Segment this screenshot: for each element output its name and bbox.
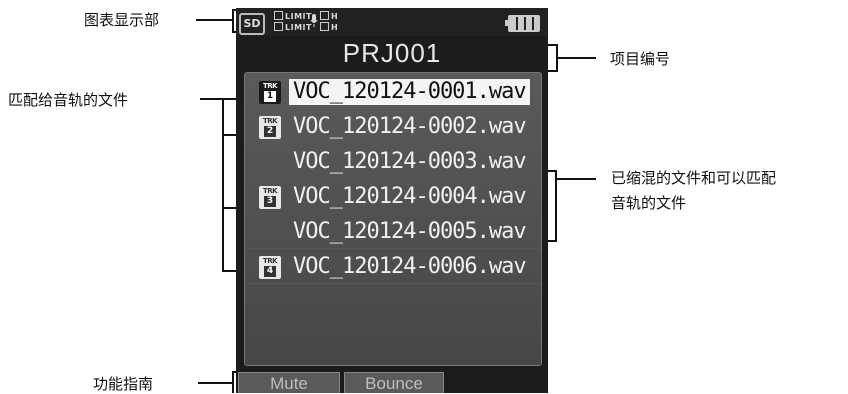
level-bottom-text: H	[331, 23, 338, 32]
file-name: VOC_120124-0001.wav	[289, 79, 530, 105]
file-name: VOC_120124-0004.wav	[293, 184, 527, 209]
file-row[interactable]: TRK 2 VOC_120124-0002.wav	[245, 112, 541, 144]
track-icon-label: TRK	[262, 187, 278, 195]
level-top-text: H	[331, 12, 338, 21]
limit-bottom-text: LIMIT	[285, 23, 312, 32]
file-name: VOC_120124-0002.wav	[293, 114, 527, 139]
leader-matched-files	[200, 98, 222, 100]
file-row[interactable]: TRK 1 VOC_120124-0001.wav	[245, 77, 541, 109]
file-row[interactable]: VOC_120124-0005.wav	[245, 217, 541, 249]
callout-project-number: 项目编号	[610, 50, 671, 68]
track-icon: TRK 2	[259, 116, 281, 139]
bounce-button[interactable]: Bounce	[344, 372, 444, 393]
limiter-icon: LIMIT	[274, 11, 312, 21]
callout-mixed-files-1: 已缩混的文件和可以匹配	[611, 169, 777, 187]
track-number: 2	[264, 126, 276, 137]
track-icon-label: TRK	[262, 257, 278, 265]
limit-top-text: LIMIT	[285, 12, 312, 21]
mute-button[interactable]: Mute	[238, 372, 340, 393]
file-list: TRK 1 VOC_120124-0001.wav TRK 2 VOC_120124-00…	[244, 72, 542, 366]
track-icon-label: TRK	[262, 117, 278, 125]
leader-mixed-files	[556, 178, 596, 180]
callout-display: 图表显示部	[84, 11, 160, 29]
track-number: 1	[264, 91, 276, 102]
track-number: 3	[264, 196, 276, 207]
track-icon: TRK 4	[259, 256, 281, 279]
file-row[interactable]: TRK 4 VOC_120124-0006.wav	[245, 252, 541, 284]
battery-icon	[505, 15, 540, 32]
leader-display	[196, 19, 232, 21]
track-icon: TRK 1	[259, 81, 281, 104]
project-title: PRJ001	[342, 38, 442, 68]
bracket-mixed	[555, 170, 557, 242]
leader-function-guide	[198, 382, 232, 384]
mic-icon	[310, 14, 318, 27]
track-icon-label: TRK	[262, 82, 278, 90]
track-icon: TRK 3	[259, 186, 281, 209]
device-screen: SD LIMIT LIMIT H H PRJ001 TRK 1 VOC_120124…	[236, 8, 548, 393]
callout-function-guide: 功能指南	[93, 375, 154, 393]
callout-mixed-files-2: 音轨的文件	[611, 194, 687, 212]
file-name: VOC_120124-0005.wav	[293, 219, 527, 244]
sd-card-icon: SD	[239, 13, 265, 35]
status-bar: SD LIMIT LIMIT H H	[236, 8, 548, 36]
bracket-matched	[222, 98, 224, 272]
leader-project-number	[558, 57, 596, 59]
track-number: 4	[264, 266, 276, 277]
bracket-project	[556, 44, 558, 72]
file-name: VOC_120124-0006.wav	[293, 254, 527, 279]
function-guide-bar: Mute Bounce	[236, 370, 548, 393]
file-name: VOC_120124-0003.wav	[293, 149, 527, 174]
bracket-display	[232, 9, 234, 33]
file-row[interactable]: TRK 3 VOC_120124-0004.wav	[245, 182, 541, 214]
callout-matched-files: 匹配给音轨的文件	[8, 91, 129, 109]
file-row[interactable]: VOC_120124-0003.wav	[245, 147, 541, 179]
